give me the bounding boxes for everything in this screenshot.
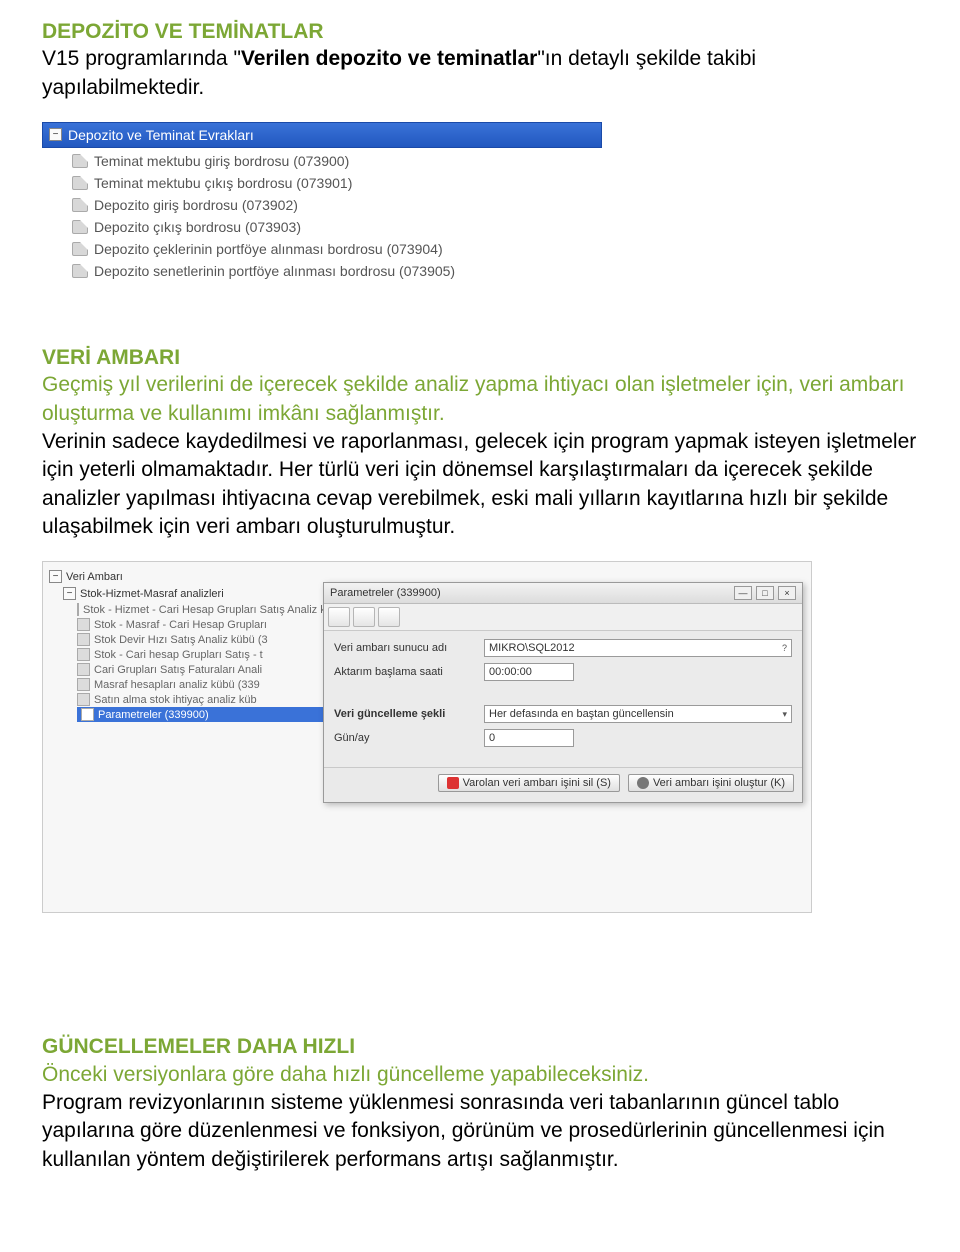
tree1-item[interactable]: Depozito senetlerinin portföye alınması … [72,260,602,282]
tree1-item[interactable]: Teminat mektubu çıkış bordrosu (073901) [72,172,602,194]
document-icon [72,198,88,212]
dialog-title-text: Parametreler (339900) [330,587,441,599]
document-icon [72,242,88,256]
gear-icon [81,708,94,721]
server-name-value: MIKRO\SQL2012 [489,642,575,654]
update-mode-select[interactable]: Her defasında en baştan güncellensin ▾ [484,705,792,723]
maximize-button[interactable]: □ [756,586,774,600]
tree2-item-label: Stok - Masraf - Cari Hesap Grupları [94,619,267,631]
parameters-dialog: Parametreler (339900) — □ × Veri ambarı … [323,582,803,803]
day-month-input[interactable]: 0 [484,729,574,747]
dialog-toolbar [324,604,802,631]
tree2-item[interactable]: Stok - Hizmet - Cari Hesap Grupları Satı… [77,602,337,617]
shot2: − Veri Ambarı − Stok-Hizmet-Masraf anali… [42,561,812,913]
cube-icon [77,618,90,631]
update-mode-label: Veri güncelleme şekli [334,708,484,720]
day-month-label: Gün/ay [334,732,484,744]
tree2-item-label: Satın alma stok ihtiyaç analiz küb [94,694,257,706]
toolbar-btn-2[interactable] [353,607,375,627]
cube-icon [77,633,90,646]
server-name-label: Veri ambarı sunucu adı [334,642,484,654]
section3-green-desc: Önceki versiyonlara göre daha hızlı günc… [42,1061,918,1089]
tree2-root[interactable]: − Veri Ambarı [49,568,337,585]
close-button[interactable]: × [778,586,796,600]
cube-icon [77,693,90,706]
start-time-input[interactable]: 00:00:00 [484,663,574,681]
tree2-item-selected[interactable]: Parametreler (339900) [77,707,337,722]
collapse-icon[interactable]: − [63,587,76,600]
cube-icon [77,648,90,661]
collapse-icon[interactable]: − [49,570,62,583]
toolbar-btn-1[interactable] [328,607,350,627]
tree2-item-selected-label: Parametreler (339900) [98,709,209,721]
tree2-group-label: Stok-Hizmet-Masraf analizleri [80,588,224,600]
tree2-item-label: Stok - Cari hesap Grupları Satış - t [94,649,263,661]
tree1-item[interactable]: Depozito çeklerinin portföye alınması bo… [72,238,602,260]
tree1-item-label: Teminat mektubu giriş bordrosu (073900) [94,153,349,169]
tree2-group[interactable]: − Stok-Hizmet-Masraf analizleri [63,585,337,602]
tree1-items: Teminat mektubu giriş bordrosu (073900) … [42,148,602,284]
section1-desc: V15 programlarında "Verilen depozito ve … [42,45,918,102]
server-name-input[interactable]: MIKRO\SQL2012 ? [484,639,792,657]
cube-icon [77,678,90,691]
document-icon [72,176,88,190]
create-job-label: Veri ambarı işini oluştur (K) [653,777,785,789]
tree2-item[interactable]: Satın alma stok ihtiyaç analiz küb [77,692,337,707]
minimize-button[interactable]: — [734,586,752,600]
tree1-item-label: Depozito giriş bordrosu (073902) [94,197,298,213]
cube-icon [77,663,90,676]
tree1-header-row[interactable]: − Depozito ve Teminat Evrakları [42,122,602,148]
dialog-body: Veri ambarı sunucu adı MIKRO\SQL2012 ? A… [324,631,802,767]
section1-title: DEPOZİTO VE TEMİNATLAR [42,18,918,45]
section2-body: Verinin sadece kaydedilmesi ve raporlanm… [42,428,918,541]
tree2: − Veri Ambarı − Stok-Hizmet-Masraf anali… [43,562,343,722]
tree1-item-label: Depozito çıkış bordrosu (073903) [94,219,301,235]
tree1: − Depozito ve Teminat Evrakları Teminat … [42,122,602,284]
dialog-titlebar[interactable]: Parametreler (339900) — □ × [324,583,802,604]
tree1-item-label: Depozito senetlerinin portföye alınması … [94,263,455,279]
tree2-root-label: Veri Ambarı [66,571,123,583]
tree1-item-label: Depozito çeklerinin portföye alınması bo… [94,241,443,257]
delete-job-label: Varolan veri ambarı işini sil (S) [463,777,611,789]
section1-desc-bold: Verilen depozito ve teminatlar [241,47,537,70]
document-icon [72,264,88,278]
section3-title: GÜNCELLEMELER DAHA HIZLI [42,1033,918,1060]
document-icon [72,154,88,168]
section3-body: Program revizyonlarının sisteme yüklenme… [42,1089,918,1174]
day-month-value: 0 [489,732,495,744]
tree2-item-label: Stok Devir Hızı Satış Analiz kübü (3 [94,634,268,646]
start-time-value: 00:00:00 [489,666,532,678]
tree1-item-label: Teminat mektubu çıkış bordrosu (073901) [94,175,352,191]
chevron-down-icon[interactable]: ▾ [782,709,787,720]
section1-desc-pre: V15 programlarında " [42,47,241,70]
toolbar-btn-3[interactable] [378,607,400,627]
tree2-item-label: Cari Grupları Satış Faturaları Anali [94,664,262,676]
delete-job-button[interactable]: Varolan veri ambarı işini sil (S) [438,774,620,792]
tree2-item[interactable]: Stok Devir Hızı Satış Analiz kübü (3 [77,632,337,647]
tree2-item[interactable]: Stok - Cari hesap Grupları Satış - t [77,647,337,662]
collapse-icon[interactable]: − [49,128,62,141]
tree2-item[interactable]: Masraf hesapları analiz kübü (339 [77,677,337,692]
document-icon [72,220,88,234]
update-mode-value: Her defasında en baştan güncellensin [489,708,674,720]
tree2-item[interactable]: Stok - Masraf - Cari Hesap Grupları [77,617,337,632]
tree1-item[interactable]: Depozito çıkış bordrosu (073903) [72,216,602,238]
create-job-button[interactable]: Veri ambarı işini oluştur (K) [628,774,794,792]
tree1-item[interactable]: Depozito giriş bordrosu (073902) [72,194,602,216]
tree2-item[interactable]: Cari Grupları Satış Faturaları Anali [77,662,337,677]
dialog-footer: Varolan veri ambarı işini sil (S) Veri a… [324,767,802,802]
tree2-item-label: Masraf hesapları analiz kübü (339 [94,679,260,691]
tree1-item[interactable]: Teminat mektubu giriş bordrosu (073900) [72,150,602,172]
gear-icon [637,777,649,789]
section2-title: VERİ AMBARI [42,344,918,371]
start-time-label: Aktarım başlama saati [334,666,484,678]
lookup-icon[interactable]: ? [782,643,787,653]
section2-green-desc: Geçmiş yıl verilerini de içerecek şekild… [42,371,918,428]
cube-icon [77,603,79,616]
delete-icon [447,777,459,789]
tree1-header-label: Depozito ve Teminat Evrakları [68,127,254,143]
